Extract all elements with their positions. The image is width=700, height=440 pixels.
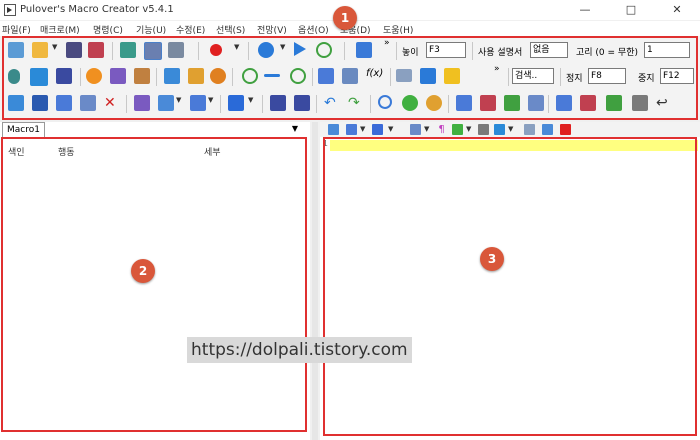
pane-splitter[interactable] [312,122,318,440]
annotation-badge-2: 2 [131,259,155,283]
editor-link-icon[interactable] [542,124,553,135]
editor-toolbar: ▼ ▼ ▼ ¶ ▼ ▼ [320,122,700,137]
menu-file[interactable]: 파일(F) [2,23,31,36]
editor-highlight-dropdown-icon[interactable]: ▼ [466,125,471,133]
menu-edit[interactable]: 수정(E) [176,23,205,36]
menu-view[interactable]: 전망(V) [257,23,287,36]
editor-text-icon[interactable] [494,124,505,135]
editor-replace-icon[interactable] [346,124,357,135]
maximize-button[interactable]: □ [608,0,654,20]
editor-wrap-dropdown-icon[interactable]: ▼ [424,125,429,133]
editor-replace-dropdown-icon[interactable]: ▼ [360,125,365,133]
watermark-url: https://dolpali.tistory.com [187,337,412,363]
annotation-box-macro-list [1,137,307,432]
editor-indent-icon[interactable] [372,124,383,135]
editor-format-icon[interactable] [478,124,489,135]
menu-help[interactable]: 도움(H) [383,23,413,36]
annotation-badge-3: 3 [480,247,504,271]
editor-pilcrow-icon[interactable]: ¶ [436,124,447,135]
app-icon [4,4,16,16]
menu-options[interactable]: 옵션(O) [298,23,329,36]
editor-doc-icon[interactable] [524,124,535,135]
annotation-box-toolbar [2,36,698,120]
editor-indent-dropdown-icon[interactable]: ▼ [388,125,393,133]
editor-wrap-icon[interactable] [410,124,421,135]
tab-macro1[interactable]: Macro1 [2,122,45,137]
annotation-box-editor [323,137,697,436]
editor-highlight-icon[interactable] [452,124,463,135]
minimize-button[interactable]: — [562,0,608,20]
menu-macro[interactable]: 매크로(M) [40,23,80,36]
window-title: Pulover's Macro Creator v5.4.1 [20,4,174,15]
menu-command[interactable]: 명령(C) [93,23,123,36]
menu-function[interactable]: 기능(U) [136,23,166,36]
menu-select[interactable]: 선택(S) [216,23,245,36]
editor-close-icon[interactable] [560,124,571,135]
close-button[interactable]: ✕ [654,0,700,20]
tab-dropdown-icon[interactable]: ▼ [288,123,302,135]
editor-copy-icon[interactable] [328,124,339,135]
editor-text-dropdown-icon[interactable]: ▼ [508,125,513,133]
annotation-badge-1: 1 [333,6,357,30]
